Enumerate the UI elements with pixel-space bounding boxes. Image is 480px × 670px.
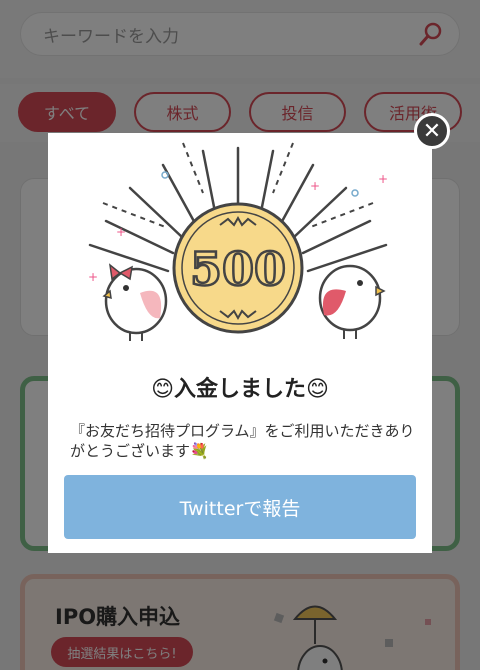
svg-text:+: + xyxy=(88,270,98,284)
svg-text:+: + xyxy=(310,179,320,193)
coin-amount: 500 xyxy=(190,242,286,296)
modal-message: 『お友だち招待プログラム』をご利用いただきありがとうございます💐 xyxy=(70,422,415,460)
twitter-report-button[interactable]: Twitterで報告 xyxy=(64,475,416,539)
deposit-modal: + + + + 500 😊入金しました😊 『お友だち招待プログラム』をご利用いた… xyxy=(48,133,432,553)
coin-illustration: + + + + 500 xyxy=(88,142,388,341)
svg-text:+: + xyxy=(378,172,388,186)
svg-text:+: + xyxy=(116,225,126,239)
close-icon[interactable]: ✕ xyxy=(414,113,450,149)
modal-title: 😊入金しました😊 xyxy=(151,377,329,402)
